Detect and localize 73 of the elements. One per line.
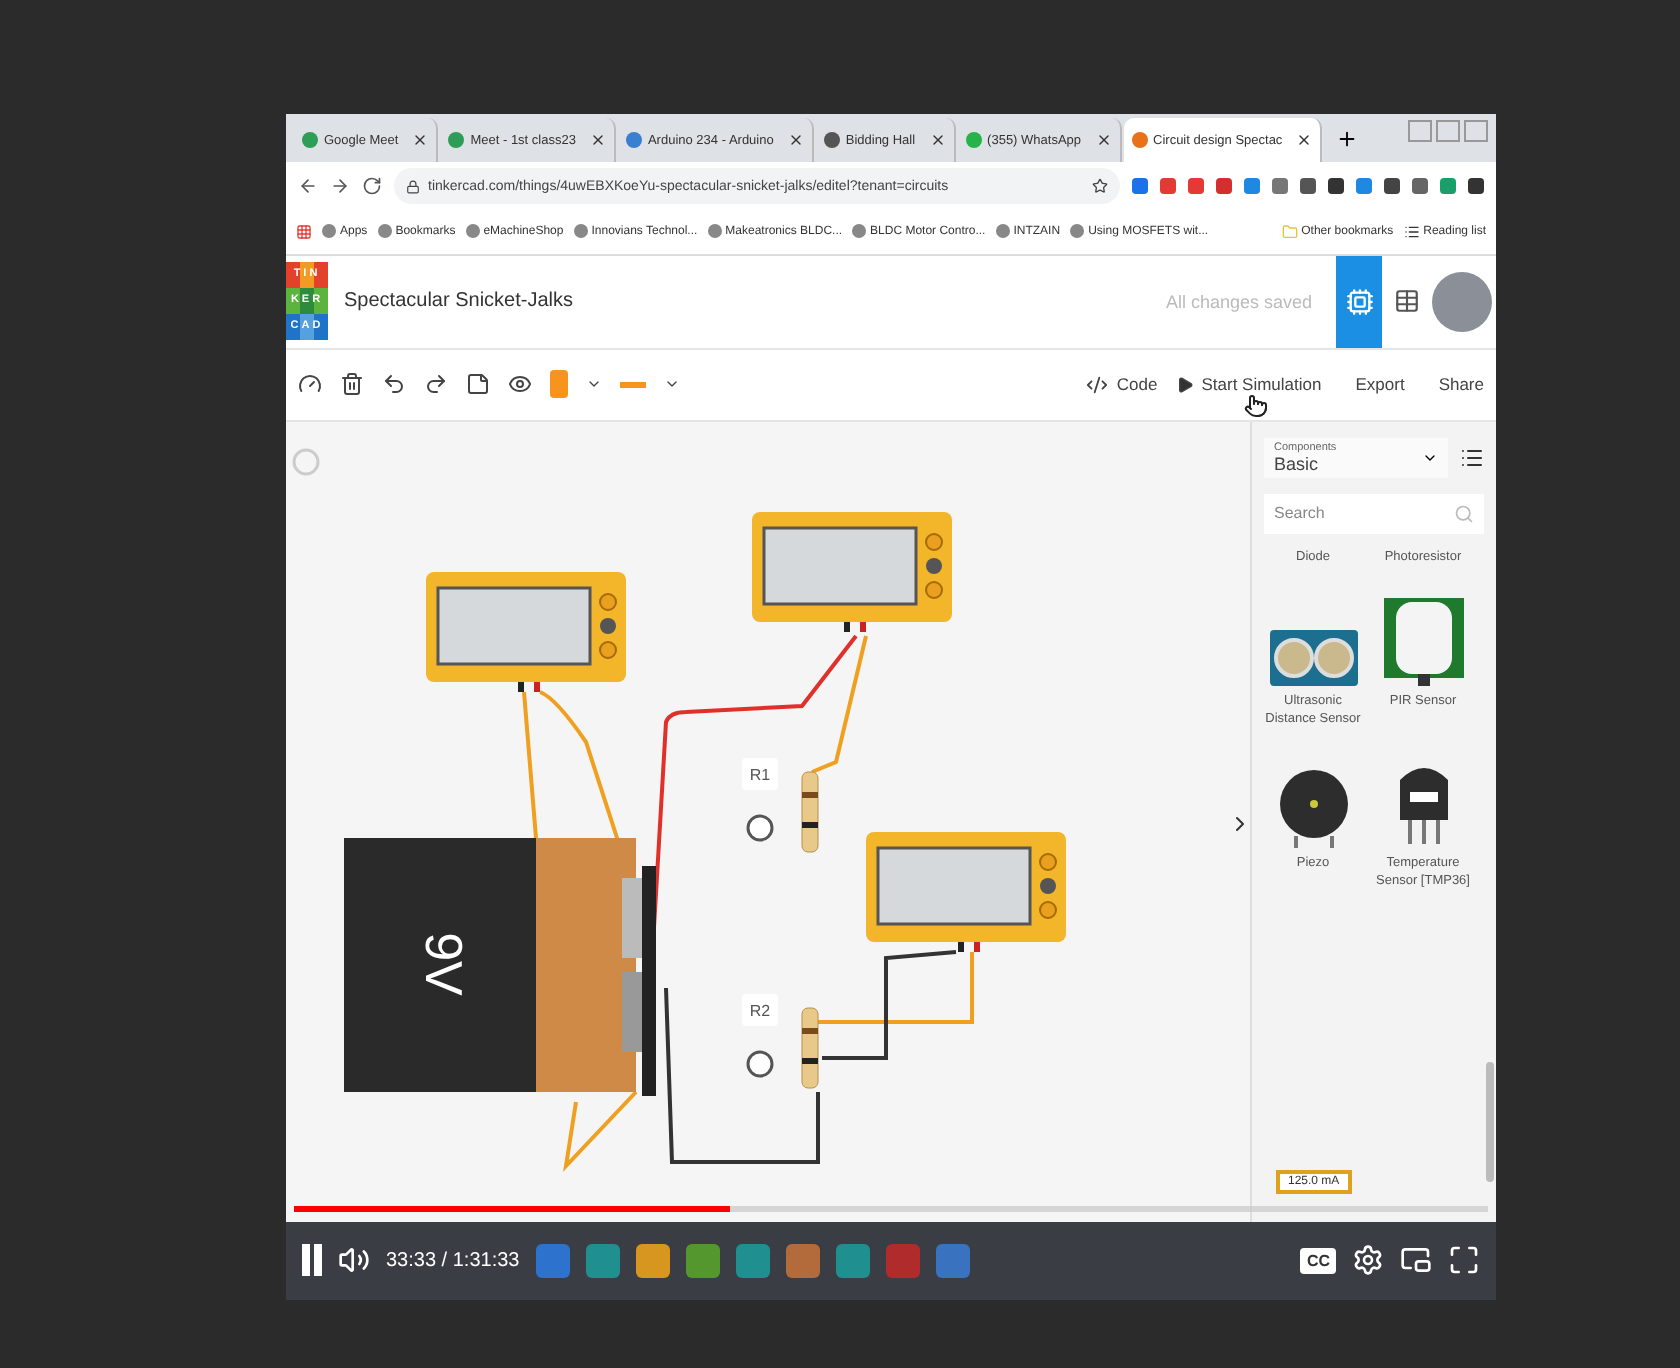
bookmark-icon bbox=[573, 224, 588, 239]
bookmark-icon bbox=[322, 224, 336, 239]
bookmark-icon bbox=[852, 224, 867, 239]
canvas[interactable]: 9V R1 R2 bbox=[286, 421, 1250, 1222]
gauge-icon[interactable] bbox=[298, 372, 322, 397]
code-button[interactable]: Code bbox=[1086, 373, 1158, 396]
progress-track[interactable] bbox=[294, 1205, 1488, 1212]
share-button[interactable]: Share bbox=[1438, 374, 1484, 395]
apps-grid-icon[interactable] bbox=[296, 223, 312, 240]
bookmark-icon bbox=[707, 224, 722, 239]
note-icon[interactable] bbox=[466, 372, 490, 397]
video-time: 33:33 / 1:31:33 bbox=[386, 1249, 520, 1272]
taskbar-app-icon[interactable] bbox=[685, 1243, 720, 1278]
sensor-module-icon bbox=[1269, 630, 1357, 687]
new-tab-icon[interactable] bbox=[1336, 128, 1359, 151]
resistor-drawing bbox=[801, 1007, 819, 1089]
code-icon bbox=[1086, 373, 1109, 396]
color-swatch[interactable] bbox=[550, 370, 568, 399]
battery-label: 9V bbox=[414, 931, 475, 996]
line-style-swatch[interactable] bbox=[620, 381, 646, 388]
rotate-handle-icon[interactable] bbox=[746, 1050, 774, 1078]
bookmark-icon bbox=[377, 224, 392, 239]
taskbar-app-icon[interactable] bbox=[835, 1243, 870, 1278]
export-button[interactable]: Export bbox=[1355, 374, 1405, 395]
volume-icon[interactable] bbox=[338, 1244, 370, 1277]
forward-icon[interactable] bbox=[330, 176, 350, 197]
star-icon[interactable] bbox=[1092, 178, 1108, 195]
dome-sensor-icon bbox=[1383, 598, 1463, 687]
buzzer-disc-icon bbox=[1277, 768, 1349, 849]
start-simulation-button[interactable]: Start Simulation bbox=[1175, 374, 1322, 395]
scrollbar-thumb[interactable] bbox=[1486, 1061, 1494, 1182]
reload-icon[interactable] bbox=[362, 176, 382, 197]
settings-icon[interactable] bbox=[1352, 1244, 1384, 1277]
avatar[interactable] bbox=[1432, 271, 1492, 332]
taskbar-app-icon[interactable] bbox=[585, 1243, 620, 1278]
close-icon[interactable] bbox=[1296, 132, 1313, 149]
taskbar-app-icon[interactable] bbox=[635, 1243, 670, 1278]
close-icon[interactable] bbox=[929, 132, 946, 149]
chip-icon bbox=[1345, 287, 1373, 316]
save-status: All changes saved bbox=[1165, 291, 1312, 312]
taskbar-app-icon[interactable] bbox=[785, 1243, 820, 1278]
pointer-cursor-icon bbox=[1244, 394, 1268, 418]
rotate-handle-icon[interactable] bbox=[746, 814, 774, 842]
search-field[interactable]: Search bbox=[1264, 493, 1484, 534]
eye-icon[interactable] bbox=[508, 372, 532, 397]
lock-icon bbox=[406, 179, 420, 194]
close-icon[interactable] bbox=[1095, 132, 1112, 149]
captions-button[interactable]: CC bbox=[1300, 1247, 1336, 1274]
fullscreen-icon[interactable] bbox=[1448, 1244, 1480, 1277]
back-icon[interactable] bbox=[298, 176, 318, 197]
project-title: Spectacular Snicket-Jalks bbox=[344, 290, 575, 313]
bookmark-icon bbox=[995, 224, 1010, 239]
close-icon[interactable] bbox=[412, 132, 429, 149]
reading-list-icon bbox=[1403, 223, 1420, 240]
play-icon bbox=[1175, 375, 1194, 394]
close-icon[interactable] bbox=[589, 132, 606, 149]
trash-icon[interactable] bbox=[340, 372, 364, 397]
folder-icon bbox=[1281, 223, 1298, 240]
close-icon[interactable] bbox=[787, 132, 804, 149]
resistor-label: R2 bbox=[749, 1001, 771, 1020]
circuit-view-button[interactable] bbox=[1336, 255, 1382, 348]
taskbar-app-icon[interactable] bbox=[735, 1243, 770, 1278]
resistor-label: R1 bbox=[749, 765, 771, 784]
redo-icon[interactable] bbox=[424, 372, 448, 397]
miniplayer-icon[interactable] bbox=[1400, 1244, 1432, 1277]
table-icon[interactable] bbox=[1394, 288, 1420, 315]
pause-icon[interactable] bbox=[302, 1244, 322, 1277]
undo-icon[interactable] bbox=[382, 372, 406, 397]
bookmark-icon bbox=[1070, 224, 1085, 239]
wire bbox=[563, 1090, 638, 1172]
bookmark-icon bbox=[465, 224, 480, 239]
search-icon bbox=[1454, 503, 1474, 524]
resistor-drawing bbox=[801, 771, 819, 853]
